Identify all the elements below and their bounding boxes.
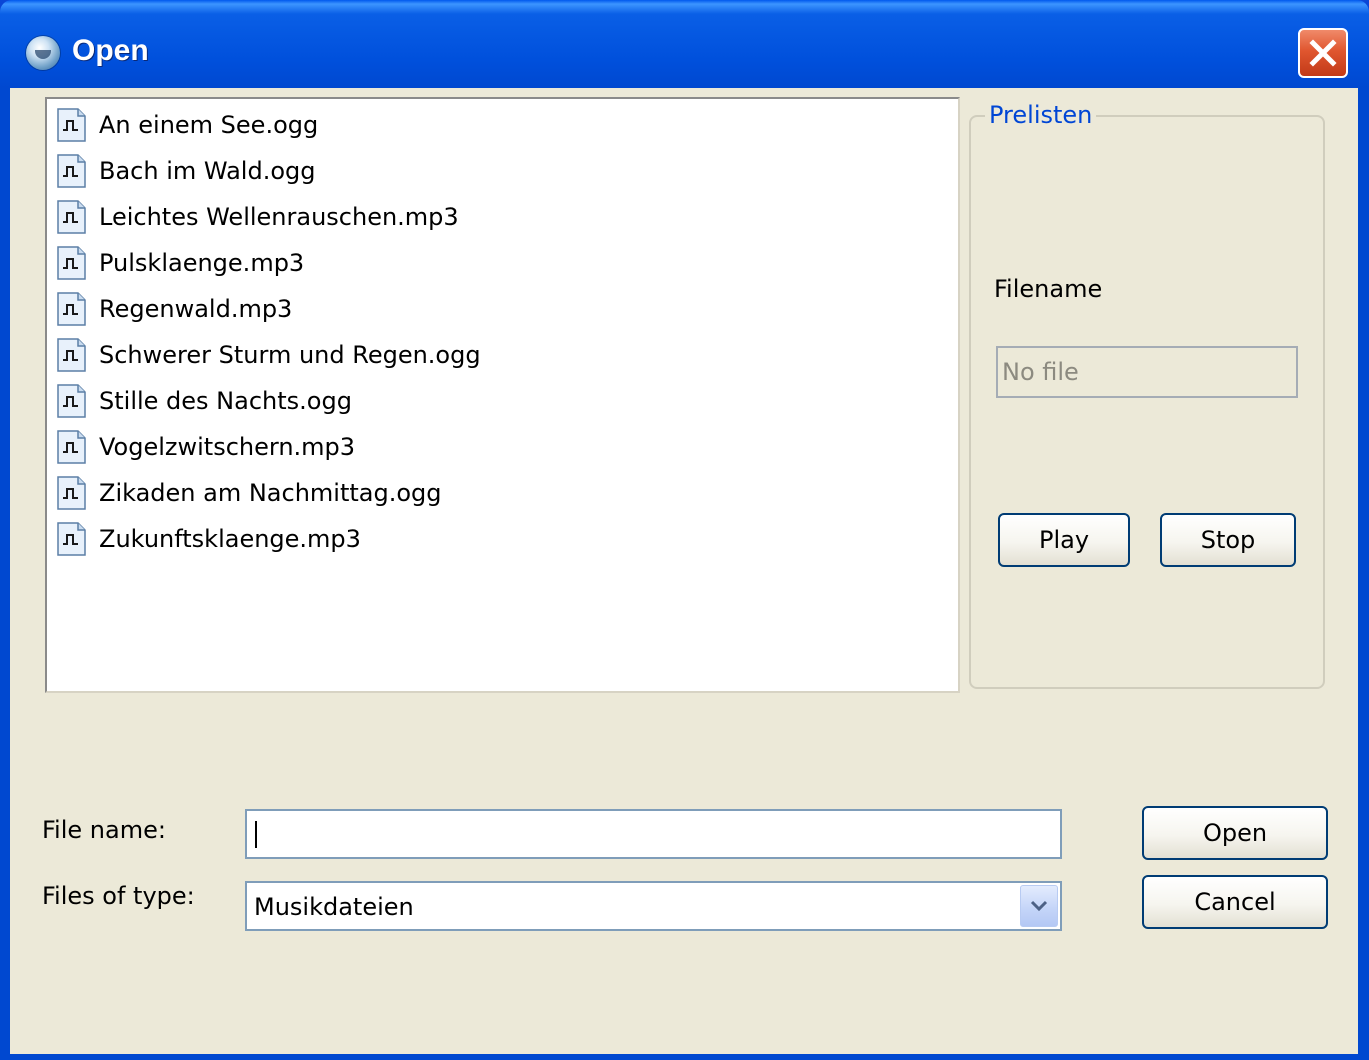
audio-file-icon — [57, 384, 86, 418]
file-list-item-name: Leichtes Wellenrauschen.mp3 — [99, 203, 459, 231]
open-dialog-window: Open An einem See.ogg Bach im Wald.ogg Lei… — [0, 0, 1369, 1060]
file-name-input[interactable] — [245, 809, 1062, 859]
close-icon — [1309, 39, 1337, 67]
prelisten-group: Prelisten Filename No file Play Stop — [969, 101, 1325, 689]
file-list-item-name: Zikaden am Nachmittag.ogg — [99, 479, 442, 507]
file-list-item-name: Bach im Wald.ogg — [99, 157, 316, 185]
file-list-item[interactable]: Pulsklaenge.mp3 — [55, 243, 304, 283]
file-list-item-name: Vogelzwitschern.mp3 — [99, 433, 356, 461]
app-globe-icon — [26, 36, 60, 70]
prelisten-filename-field: No file — [996, 346, 1298, 398]
audio-file-icon — [57, 108, 86, 142]
dialog-body: An einem See.ogg Bach im Wald.ogg Leichtes… — [10, 88, 1358, 1054]
files-of-type-label: Files of type: — [42, 882, 195, 910]
files-of-type-select[interactable]: Musikdateien — [245, 881, 1062, 931]
text-caret — [255, 821, 257, 848]
file-list[interactable]: An einem See.ogg Bach im Wald.ogg Leichtes… — [45, 97, 960, 693]
file-list-item[interactable]: An einem See.ogg — [55, 105, 318, 145]
file-list-item[interactable]: Zukunftsklaenge.mp3 — [55, 519, 361, 559]
files-of-type-dropdown-button[interactable] — [1020, 885, 1058, 927]
file-name-label: File name: — [42, 816, 166, 844]
file-list-item-name: Zukunftsklaenge.mp3 — [99, 525, 361, 553]
play-button[interactable]: Play — [998, 513, 1130, 567]
cancel-button[interactable]: Cancel — [1142, 875, 1328, 929]
window-title: Open — [72, 34, 149, 67]
file-list-item[interactable]: Vogelzwitschern.mp3 — [55, 427, 355, 467]
stop-button[interactable]: Stop — [1160, 513, 1296, 567]
close-button[interactable] — [1298, 28, 1348, 78]
audio-file-icon — [57, 338, 86, 372]
file-list-item-name: Regenwald.mp3 — [99, 295, 293, 323]
title-bar[interactable]: Open — [0, 0, 1369, 92]
file-list-item[interactable]: Leichtes Wellenrauschen.mp3 — [55, 197, 459, 237]
file-list-item-name: An einem See.ogg — [99, 111, 319, 139]
file-list-item-name: Stille des Nachts.ogg — [99, 387, 352, 415]
open-button[interactable]: Open — [1142, 806, 1328, 860]
file-list-item[interactable]: Stille des Nachts.ogg — [55, 381, 352, 421]
audio-file-icon — [57, 522, 86, 556]
file-list-item-name: Schwerer Sturm und Regen.ogg — [99, 341, 481, 369]
audio-file-icon — [57, 292, 86, 326]
prelisten-filename-label: Filename — [994, 275, 1103, 303]
audio-file-icon — [57, 154, 86, 188]
prelisten-title: Prelisten — [985, 101, 1097, 129]
file-list-item[interactable]: Regenwald.mp3 — [55, 289, 292, 329]
file-list-item[interactable]: Schwerer Sturm und Regen.ogg — [55, 335, 481, 375]
audio-file-icon — [57, 246, 86, 280]
chevron-down-icon — [1030, 900, 1048, 912]
file-list-item[interactable]: Zikaden am Nachmittag.ogg — [55, 473, 442, 513]
audio-file-icon — [57, 476, 86, 510]
file-list-item[interactable]: Bach im Wald.ogg — [55, 151, 315, 191]
audio-file-icon — [57, 200, 86, 234]
audio-file-icon — [57, 430, 86, 464]
file-list-item-name: Pulsklaenge.mp3 — [99, 249, 305, 277]
files-of-type-value: Musikdateien — [254, 893, 414, 921]
